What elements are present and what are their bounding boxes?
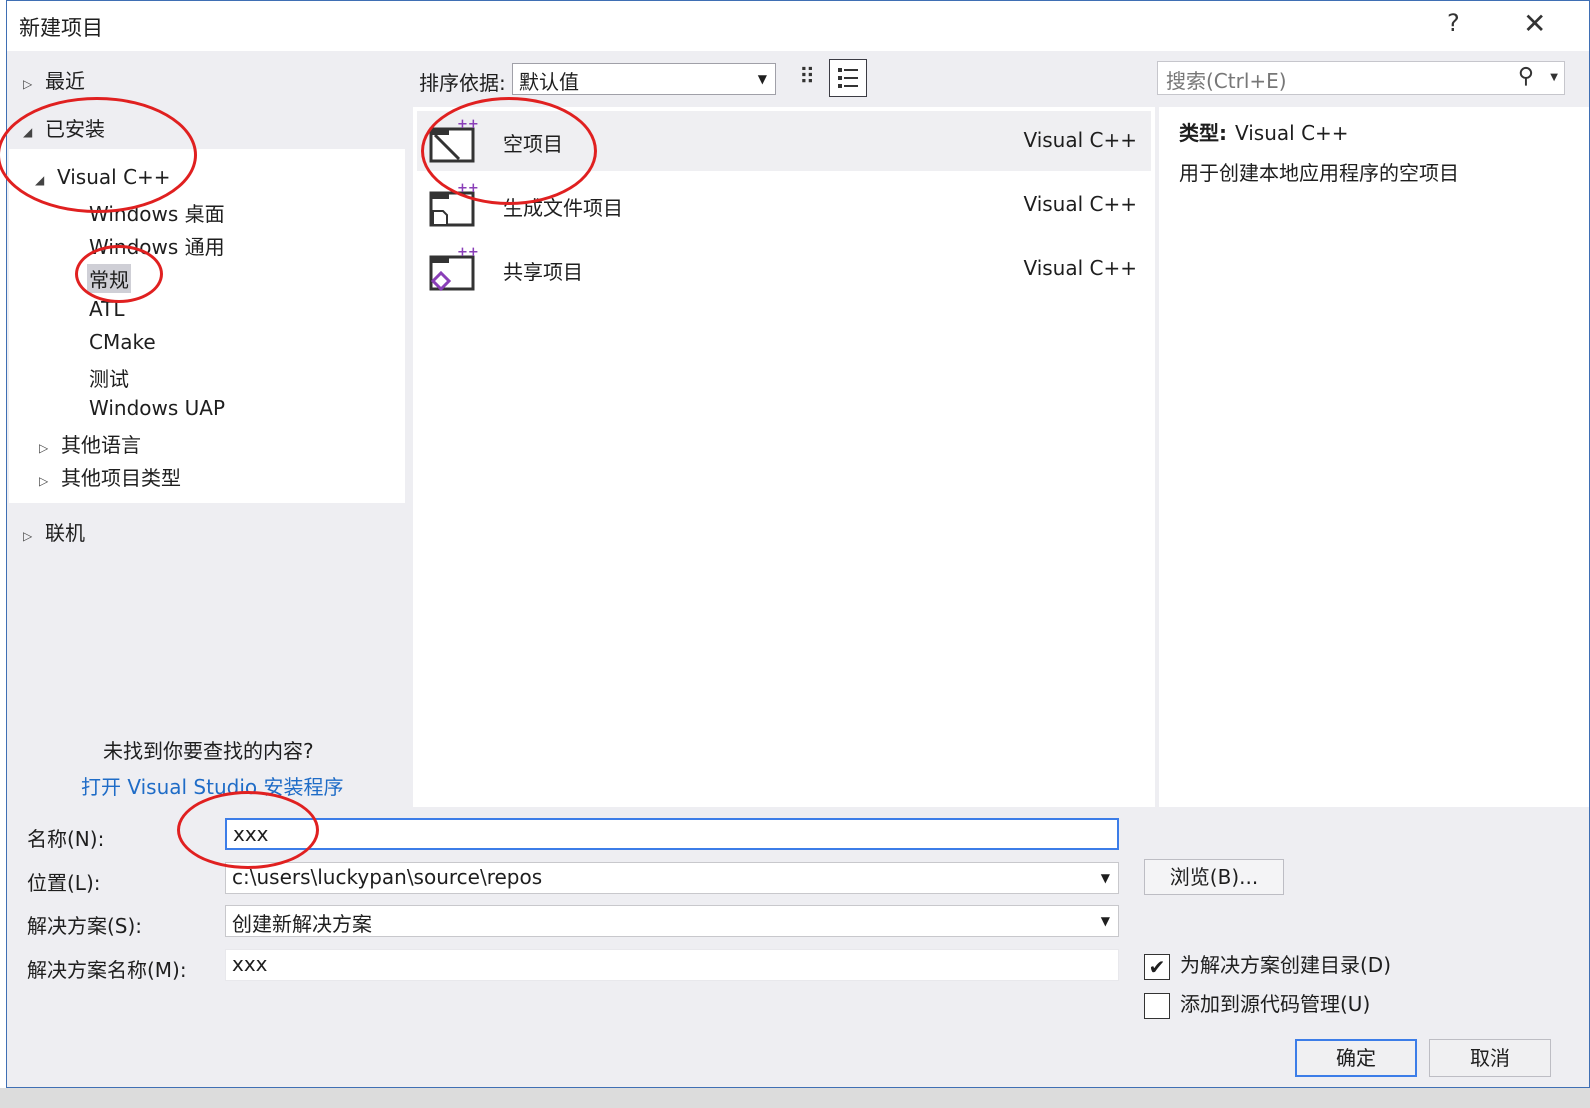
search-dropdown-icon[interactable]: ▼ [1550,72,1558,83]
tree-item-label: 联机 [45,521,85,545]
tree-item-windows-uap[interactable]: Windows UAP [89,396,225,420]
expand-arrow-icon: ▷ [23,77,33,91]
background-statusbar [0,1088,1590,1108]
create-directory-checkbox[interactable]: ✔ [1144,953,1170,980]
tree-item-test[interactable]: 测试 [89,363,129,392]
expand-arrow-icon: ▷ [23,529,33,543]
tree-item-label: Visual C++ [57,165,171,189]
name-input[interactable]: xxx [225,818,1119,850]
search-input[interactable]: 搜索(Ctrl+E) ⚲ ▼ [1157,61,1565,95]
template-list: ++ 空项目 Visual C++ ++ 生成文件项目 Visual C++ +… [413,107,1155,807]
help-button[interactable]: ? [1447,9,1460,37]
name-input-value: xxx [233,822,269,846]
solution-name-value: xxx [232,952,268,976]
cancel-button[interactable]: 取消 [1429,1039,1551,1077]
shared-project-icon: ++ [429,245,479,292]
installed-tree-panel: ◢ Visual C++ Windows 桌面 Windows 通用 常规 ATL… [9,149,405,503]
description-type-value: Visual C++ [1235,121,1349,145]
location-value: c:\users\luckypan\source\repos [232,865,543,889]
create-directory-label: 为解决方案创建目录(D) [1180,953,1392,977]
collapse-arrow-icon: ◢ [35,173,45,187]
source-control-option[interactable]: 添加到源代码管理(U) [1144,988,1370,1019]
tree-item-visual-cpp[interactable]: ◢ Visual C++ [35,165,171,189]
description-panel: 类型: Visual C++ 用于创建本地应用程序的空项目 [1159,107,1589,807]
not-found-hint: 未找到你要查找的内容? [103,739,314,763]
template-empty-project[interactable]: ++ 空项目 Visual C++ [417,111,1151,171]
source-control-checkbox[interactable] [1144,992,1170,1019]
name-label: 名称(N): [27,827,105,851]
template-name: 空项目 [503,132,563,156]
svg-text:++: ++ [457,181,479,196]
makefile-project-icon: ++ [429,181,479,227]
solution-value: 创建新解决方案 [232,912,372,936]
solution-name-label: 解决方案名称(M): [27,958,187,982]
close-button[interactable]: ✕ [1523,7,1546,40]
svg-text:++: ++ [457,117,479,132]
template-language: Visual C++ [1023,192,1137,216]
new-project-dialog: 新建项目 ? ✕ ▷ 最近 ◢ 已安装 ◢ Visual C++ Windows 桌面… [0,0,1590,1088]
create-directory-option[interactable]: ✔ 为解决方案创建目录(D) [1144,949,1391,980]
tree-item-label: 其他项目类型 [61,466,181,490]
collapse-arrow-icon: ◢ [23,125,33,139]
tree-item-other-languages[interactable]: ▷ 其他语言 [39,429,141,458]
dropdown-arrow-icon[interactable]: ▼ [1101,871,1110,885]
search-placeholder: 搜索(Ctrl+E) [1166,69,1287,93]
dropdown-arrow-icon[interactable]: ▼ [1101,914,1110,928]
source-control-label: 添加到源代码管理(U) [1180,992,1371,1016]
tree-item-general[interactable]: 常规 [87,264,131,293]
solution-label: 解决方案(S): [27,914,143,938]
tree-item-label: 其他语言 [61,433,141,457]
template-language: Visual C++ [1023,256,1137,280]
tree-item-cmake[interactable]: CMake [89,330,156,354]
template-makefile-project[interactable]: ++ 生成文件项目 Visual C++ [417,175,1151,235]
tree-item-label: 最近 [45,69,85,93]
list-view-icon[interactable] [829,59,867,97]
dialog-title: 新建项目 [19,16,103,40]
template-name: 生成文件项目 [503,196,623,220]
browse-button[interactable]: 浏览(B)... [1144,859,1284,895]
template-language: Visual C++ [1023,128,1137,152]
tree-item-other-project-types[interactable]: ▷ 其他项目类型 [39,462,181,491]
search-icon[interactable]: ⚲ [1518,64,1534,89]
open-installer-link[interactable]: 打开 Visual Studio 安装程序 [81,771,343,800]
tree-item-online[interactable]: ▷ 联机 [23,517,85,546]
solution-name-input[interactable]: xxx [225,949,1119,981]
tree-item-label: 已安装 [45,117,105,141]
empty-project-icon: ++ [429,117,479,163]
tree-item-recent[interactable]: ▷ 最近 [23,65,85,94]
tree-item-windows-universal[interactable]: Windows 通用 [89,231,225,260]
tree-item-atl[interactable]: ATL [89,297,125,321]
ok-button[interactable]: 确定 [1295,1039,1417,1077]
grid-view-icon[interactable]: ⠿ [791,63,823,95]
sort-select-value: 默认值 [519,70,579,94]
solution-select[interactable]: 创建新解决方案 ▼ [225,905,1119,937]
location-label: 位置(L): [27,871,101,895]
sort-select[interactable]: 默认值 ▼ [512,63,776,95]
tree-item-installed[interactable]: ◢ 已安装 [23,113,105,142]
expand-arrow-icon: ▷ [39,474,49,488]
svg-text:++: ++ [457,245,479,260]
description-type: 类型: Visual C++ [1179,117,1349,146]
expand-arrow-icon: ▷ [39,441,49,455]
title-bar: 新建项目 ? ✕ [7,1,1589,51]
sort-label: 排序依据: [419,71,506,95]
dropdown-arrow-icon: ▼ [757,72,767,86]
tree-item-windows-desktop[interactable]: Windows 桌面 [89,198,225,227]
template-name: 共享项目 [503,260,583,284]
description-text: 用于创建本地应用程序的空项目 [1179,161,1459,185]
description-type-label: 类型: [1179,121,1227,145]
location-combobox[interactable]: c:\users\luckypan\source\repos ▼ [225,862,1119,894]
template-shared-project[interactable]: ++ 共享项目 Visual C++ [417,239,1151,299]
